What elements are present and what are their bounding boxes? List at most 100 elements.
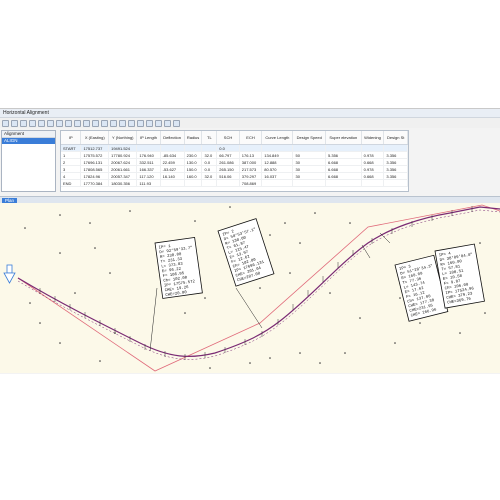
table-cell[interactable]: START: [61, 144, 82, 152]
alignment-list-item-selected[interactable]: ALIGN: [2, 138, 55, 144]
table-cell[interactable]: 20061.661: [108, 165, 138, 173]
table-cell[interactable]: 176.13: [239, 151, 263, 159]
redo-icon[interactable]: [38, 119, 45, 127]
insert-row-icon[interactable]: [74, 119, 81, 127]
table-cell[interactable]: 30: [292, 172, 327, 180]
column-header[interactable]: Super elevation: [325, 131, 362, 145]
table-cell[interactable]: 0.0: [201, 158, 218, 166]
table-cell[interactable]: 708.869: [239, 179, 263, 187]
table-cell[interactable]: 117.120: [136, 172, 161, 180]
column-header[interactable]: Y (Northing): [108, 131, 138, 145]
table-cell[interactable]: 20067.624: [108, 158, 138, 166]
table-cell[interactable]: 176.940: [136, 151, 161, 159]
table-cell[interactable]: [292, 179, 327, 187]
curve-annotation-box-1[interactable]: IP= 1D= 92°59'33.7"R= 230.00T= 231.33L= …: [154, 236, 203, 299]
table-cell[interactable]: [160, 144, 185, 152]
table-cell[interactable]: 332.511: [136, 158, 161, 166]
table-row[interactable]: END 17770.384 18030.356 111.93 708.869: [61, 179, 408, 187]
column-header[interactable]: ECH: [239, 131, 263, 145]
table-cell[interactable]: 17780.924: [108, 151, 138, 159]
table-cell[interactable]: 3.356: [383, 172, 408, 180]
more-icon[interactable]: [173, 119, 180, 127]
table-cell[interactable]: 0.668: [361, 172, 385, 180]
table-cell[interactable]: 3.356: [383, 165, 408, 173]
column-header[interactable]: Radius: [184, 131, 203, 145]
table-cell[interactable]: 80.570: [261, 165, 294, 173]
column-header[interactable]: Curve Length: [261, 131, 294, 145]
table-cell[interactable]: [239, 144, 263, 152]
column-header[interactable]: Widening: [361, 131, 385, 145]
plan-canvas[interactable]: IP= 1 D= 92°59'33.7" R= 230.00 T= 231.33 L= …: [0, 203, 500, 373]
table-cell[interactable]: 17770.384: [80, 179, 110, 187]
open-icon[interactable]: [11, 119, 18, 127]
table-cell[interactable]: END: [61, 179, 82, 187]
chart-icon[interactable]: [155, 119, 162, 127]
export-icon[interactable]: [119, 119, 126, 127]
table-row[interactable]: 3 17808.565 20061.661 166.337 -53.627 150.0 0.…: [61, 165, 408, 173]
delete-row-icon[interactable]: [83, 119, 90, 127]
table-cell[interactable]: 18030.356: [108, 179, 138, 187]
table-row[interactable]: 4 17824.96 20057.347 117.120 16.140 160.0 32.0…: [61, 172, 408, 180]
table-cell[interactable]: 1: [61, 151, 82, 159]
new-icon[interactable]: [2, 119, 9, 127]
column-header[interactable]: Design St: [383, 131, 408, 145]
table-cell[interactable]: 17808.565: [80, 165, 110, 173]
column-header[interactable]: TL: [201, 131, 218, 145]
table-cell[interactable]: 0.978: [361, 165, 385, 173]
column-header[interactable]: IP: [61, 131, 82, 145]
table-cell[interactable]: [160, 179, 185, 187]
curve-annotation-box-2[interactable]: IP= 2D= 50°53'57.1"R= 130.00T= 61.87L= 1…: [217, 218, 275, 287]
column-header[interactable]: IP Length: [136, 131, 161, 145]
cut-icon[interactable]: [47, 119, 54, 127]
print-icon[interactable]: [128, 119, 135, 127]
table-cell[interactable]: 32.0: [201, 172, 218, 180]
save-icon[interactable]: [20, 119, 27, 127]
table-cell[interactable]: [292, 144, 327, 152]
zoom-icon[interactable]: [92, 119, 99, 127]
table-cell[interactable]: [136, 144, 161, 152]
table-cell[interactable]: 4: [61, 172, 82, 180]
grid-icon[interactable]: [110, 119, 117, 127]
table-cell[interactable]: 166.337: [136, 165, 161, 173]
table-cell[interactable]: -85.634: [160, 151, 185, 159]
table-cell[interactable]: 30: [292, 158, 327, 166]
table-cell[interactable]: [201, 144, 218, 152]
table-icon[interactable]: [146, 119, 153, 127]
table-cell[interactable]: -53.627: [160, 165, 185, 173]
column-header[interactable]: Deflection: [160, 131, 185, 145]
table-cell[interactable]: 6.668: [325, 172, 362, 180]
settings-icon[interactable]: [101, 119, 108, 127]
table-cell[interactable]: 130.0: [184, 158, 203, 166]
table-cell[interactable]: 3.356: [383, 151, 408, 159]
table-cell[interactable]: [261, 179, 294, 187]
table-cell[interactable]: 32.0: [201, 151, 218, 159]
table-cell[interactable]: [383, 144, 408, 152]
table-cell[interactable]: [361, 179, 385, 187]
table-cell[interactable]: 0.978: [361, 151, 385, 159]
table-cell[interactable]: 17575.572: [80, 151, 110, 159]
table-cell[interactable]: 134.849: [261, 151, 294, 159]
table-cell[interactable]: 0.0: [201, 165, 218, 173]
table-cell[interactable]: 6.668: [325, 158, 362, 166]
table-cell[interactable]: 150.0: [184, 165, 203, 173]
help-icon[interactable]: [137, 119, 144, 127]
table-cell[interactable]: 16.140: [160, 172, 185, 180]
paste-icon[interactable]: [65, 119, 72, 127]
table-cell[interactable]: [184, 179, 203, 187]
table-cell[interactable]: [325, 179, 362, 187]
table-cell[interactable]: 20057.347: [108, 172, 138, 180]
table-cell[interactable]: 516.06: [216, 172, 240, 180]
table-cell[interactable]: 30: [292, 165, 327, 173]
table-cell[interactable]: 50: [292, 151, 327, 159]
table-cell[interactable]: 6.668: [325, 165, 362, 173]
table-cell[interactable]: [261, 144, 294, 152]
table-cell[interactable]: 3: [61, 165, 82, 173]
table-cell[interactable]: 17824.96: [80, 172, 110, 180]
table-cell[interactable]: 261.086: [216, 158, 240, 166]
table-cell[interactable]: 111.93: [136, 179, 161, 187]
table-row[interactable]: 2 17696.131 20067.624 332.511 22.459 130.0 0.0…: [61, 158, 408, 166]
plan-drawing[interactable]: IP= 1D= 92°59'33.7"R= 230.00T= 231.33L= …: [0, 203, 500, 373]
table-cell[interactable]: 160.0: [184, 172, 203, 180]
table-cell[interactable]: [325, 144, 362, 152]
table-cell[interactable]: [361, 144, 385, 152]
